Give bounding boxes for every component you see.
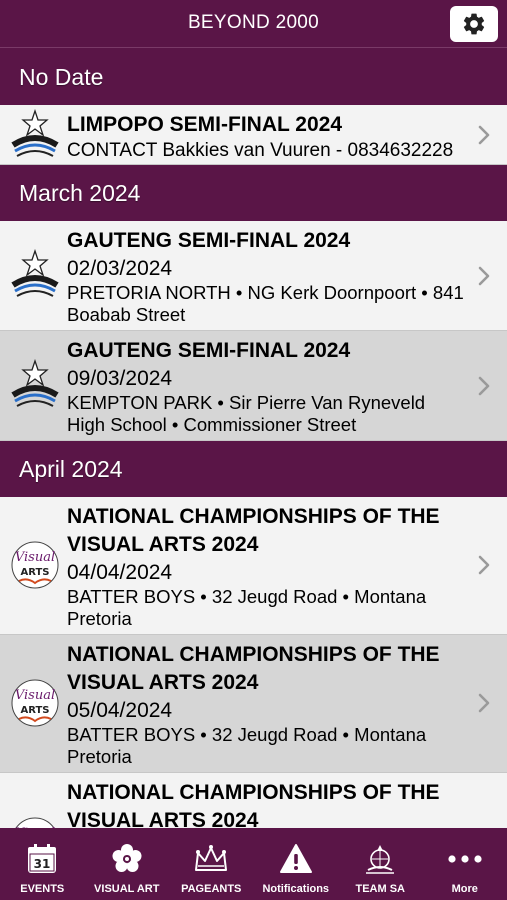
tab-pageants[interactable]: PAGEANTS	[169, 828, 254, 900]
tab-notifications[interactable]: Notifications	[254, 828, 339, 900]
section-header-march-2024: March 2024	[0, 165, 507, 221]
svg-text:Visual: Visual	[15, 550, 55, 565]
tab-events-label: EVENTS	[20, 883, 65, 895]
section-header-april-2024: April 2024	[0, 441, 507, 497]
event-venue: BATTER BOYS • 32 Jeugd Road • Montana Pr…	[67, 724, 427, 767]
calendar-day: 31	[34, 857, 51, 871]
flower-icon	[112, 844, 142, 872]
tab-more[interactable]: More	[423, 828, 507, 900]
event-contact: CONTACT Bakkies van Vuuren - 0834632228	[67, 140, 454, 161]
more-dots-icon	[448, 855, 482, 863]
event-date: 09/03/2024	[67, 367, 173, 390]
event-name: GAUTENG SEMI-FINAL 2024	[67, 339, 351, 362]
svg-text:ARTS: ARTS	[20, 705, 49, 716]
south-africa-championships-logo	[11, 359, 59, 407]
event-list[interactable]: No Date LIMPOPO SEMI-FINAL 2024 CONTACT …	[0, 49, 507, 828]
event-date: 04/04/2024	[67, 561, 173, 584]
gear-icon	[463, 13, 485, 35]
event-name: GAUTENG SEMI-FINAL 2024	[67, 229, 351, 252]
section-header-no-date: No Date	[0, 49, 507, 105]
visual-arts-logo: Visual ARTS	[15, 817, 55, 828]
visual-arts-logo: Visual ARTS	[11, 541, 59, 589]
south-africa-championships-logo	[11, 249, 59, 297]
event-row[interactable]: Visual ARTS NATIONAL CHAMPIONSHIPS OF TH…	[0, 497, 507, 635]
top-bar: BEYOND 2000	[0, 0, 507, 48]
chevron-right-icon	[478, 376, 490, 396]
tab-events[interactable]: 31 EVENTS	[0, 828, 85, 900]
svg-text:ARTS: ARTS	[20, 567, 49, 578]
tab-more-label: More	[451, 883, 478, 895]
event-venue: KEMPTON PARK • Sir Pierre Van Ryneveld H…	[67, 392, 426, 435]
svg-text:Visual: Visual	[15, 688, 55, 703]
south-africa-championships-logo	[11, 109, 59, 157]
chevron-right-icon	[478, 125, 490, 145]
event-name: NATIONAL CHAMPIONSHIPS OF THE VISUAL ART…	[67, 781, 440, 828]
chevron-right-icon	[478, 693, 490, 713]
tab-visual-art[interactable]: VISUAL ART	[85, 828, 170, 900]
event-row[interactable]: GAUTENG SEMI-FINAL 2024 02/03/2024 PRETO…	[0, 221, 507, 331]
chevron-right-icon	[478, 266, 490, 286]
tab-team-sa-label: TEAM SA	[355, 883, 406, 895]
team-sa-icon	[366, 845, 395, 874]
event-row[interactable]: GAUTENG SEMI-FINAL 2024 09/03/2024 KEMPT…	[0, 331, 507, 441]
event-row[interactable]: Visual ARTS NATIONAL CHAMPIONSHIPS OF TH…	[0, 635, 507, 773]
calendar-icon: 31	[28, 844, 57, 873]
tab-notifications-label: Notifications	[262, 883, 330, 895]
crown-icon	[195, 845, 228, 871]
event-row[interactable]: Visual ARTS NATIONAL CHAMPIONSHIPS OF TH…	[0, 773, 507, 828]
tab-visual-art-label: VISUAL ART	[94, 883, 160, 895]
event-row[interactable]: LIMPOPO SEMI-FINAL 2024 CONTACT Bakkies …	[0, 105, 507, 165]
tab-pageants-label: PAGEANTS	[181, 883, 242, 895]
warning-icon	[279, 844, 312, 873]
chevron-right-icon	[478, 555, 490, 575]
event-name: LIMPOPO SEMI-FINAL 2024	[67, 113, 342, 136]
settings-button[interactable]	[450, 6, 498, 42]
event-date: 05/04/2024	[67, 699, 173, 722]
event-venue: BATTER BOYS • 32 Jeugd Road • Montana Pr…	[67, 586, 427, 629]
visual-arts-logo: Visual ARTS	[11, 679, 59, 727]
event-venue: PRETORIA NORTH • NG Kerk Doornpoort • 84…	[67, 282, 464, 325]
app-title: BEYOND 2000	[187, 12, 320, 33]
event-date: 02/03/2024	[67, 257, 173, 280]
event-name: NATIONAL CHAMPIONSHIPS OF THE VISUAL ART…	[67, 643, 440, 694]
event-name: NATIONAL CHAMPIONSHIPS OF THE VISUAL ART…	[67, 505, 440, 556]
tab-team-sa[interactable]: TEAM SA	[338, 828, 423, 900]
tab-bar: 31 EVENTS VISUAL ART PAGEANTS Notificati…	[0, 828, 507, 900]
